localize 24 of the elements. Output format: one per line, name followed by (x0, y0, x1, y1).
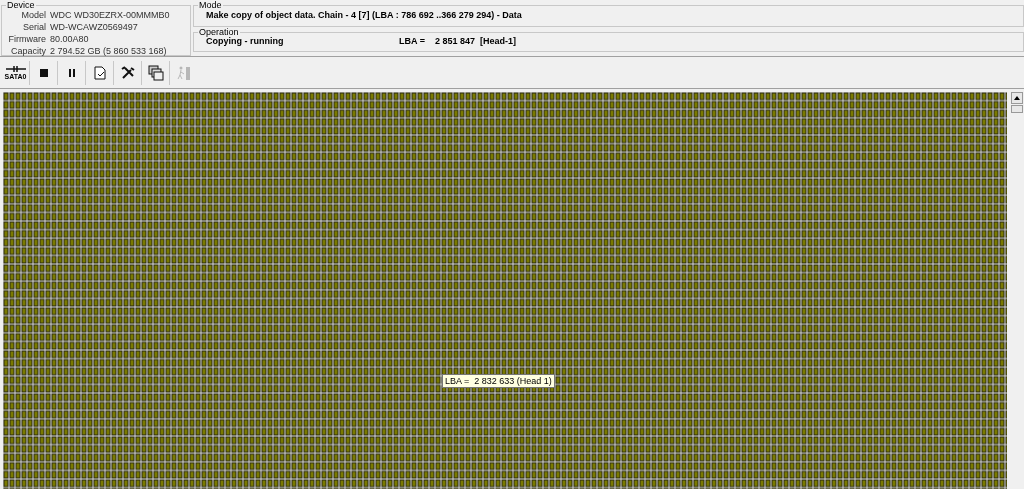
pause-icon (66, 67, 77, 78)
scroll-up-icon (1014, 96, 1020, 100)
group-title: Operation (198, 27, 240, 37)
document-check-icon (91, 64, 108, 81)
field-label: Firmware (7, 33, 47, 45)
walker-icon (176, 64, 191, 81)
scroll-thumb[interactable] (1011, 105, 1023, 113)
field-label: Serial (22, 21, 47, 33)
field-value: 80.00A80 (50, 33, 89, 45)
field-label: Model (20, 9, 47, 21)
mode-text: Make copy of object data. Chain - 4 [7] (LBA : 786 692 ..366 279 294) - Data (206, 9, 522, 23)
stop-icon (38, 67, 49, 78)
lba-reading: LBA = 2 851 847 [Head-1] (399, 35, 516, 49)
field-label: Capacity (10, 45, 47, 57)
field-value: WD-WCAWZ0569497 (50, 21, 138, 33)
tooltip: LBA = 2 832 633 (Head 1) (442, 374, 555, 388)
operation-status: Copying - running (206, 36, 285, 49)
tools-icon (119, 64, 136, 81)
field-value: WDC WD30EZRX-00MMMB0 (50, 9, 170, 21)
connector-icon (5, 64, 26, 73)
group-title: Device (6, 0, 36, 10)
group-title: Mode (198, 0, 223, 10)
field-value: 2 794.52 GB (5 860 533 168) (50, 45, 167, 57)
windows-icon (147, 64, 164, 81)
